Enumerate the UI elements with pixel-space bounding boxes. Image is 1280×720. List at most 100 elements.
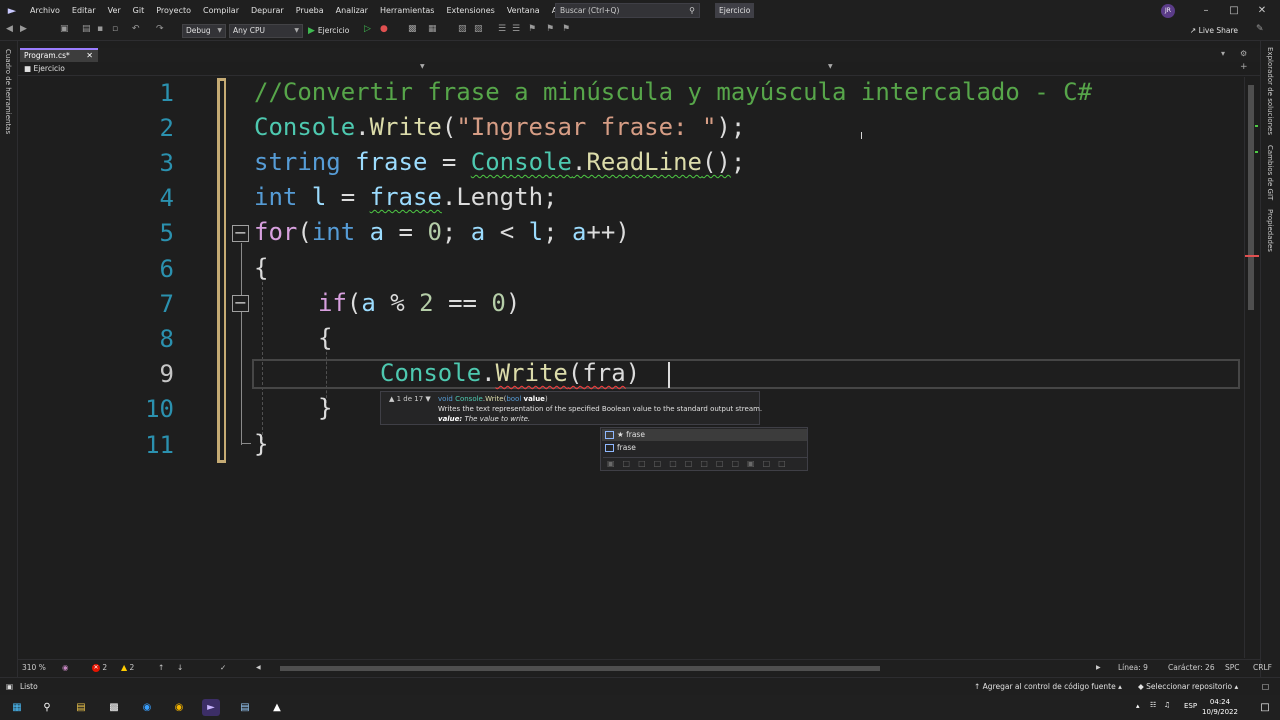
menu-proyecto[interactable]: Proyecto — [150, 0, 197, 21]
scroll-left-icon[interactable]: ◀ — [256, 660, 261, 676]
platform-select[interactable]: Any CPU ▼ — [229, 24, 303, 38]
completion-item[interactable]: frase — [602, 442, 807, 454]
start-without-debugging-icon[interactable]: ▷ — [364, 24, 371, 34]
close-tab-icon[interactable]: ✕ — [86, 50, 93, 61]
search-icon[interactable]: ⚲ — [38, 699, 56, 716]
store-icon[interactable]: ▩ — [105, 699, 123, 716]
menu-ver[interactable]: Ver — [102, 0, 127, 21]
overload-up-icon[interactable]: ▲ — [389, 395, 397, 403]
scroll-right-icon[interactable]: ▶ — [1096, 660, 1101, 676]
chevron-down-icon[interactable]: ▼ — [420, 63, 425, 70]
code-line[interactable]: for(int a = 0; a < l; a++) — [254, 217, 630, 247]
code-line[interactable]: Console.Write("Ingresar frase: "); — [254, 112, 745, 142]
menu-herramientas[interactable]: Herramientas — [374, 0, 441, 21]
uncomment-icon[interactable]: ☰ — [512, 24, 520, 34]
toolbar-icon-c[interactable]: ▨ — [474, 24, 483, 34]
completion-item-selected[interactable]: ★ frase — [602, 429, 807, 441]
menu-prueba[interactable]: Prueba — [290, 0, 330, 21]
restore-icon[interactable]: □ — [1220, 0, 1248, 21]
menu-compilar[interactable]: Compilar — [197, 0, 245, 21]
bookmark-next-icon[interactable]: ⚑ — [562, 24, 570, 34]
code-line[interactable]: Console.Write(fra) — [380, 358, 640, 388]
configuration-select[interactable]: Debug ▼ — [182, 24, 226, 38]
menu-editar[interactable]: Editar — [66, 0, 102, 21]
toolbar-icon-b[interactable]: ▧ — [458, 24, 467, 34]
error-count[interactable]: ✕ 2 — [92, 660, 107, 676]
windows-start-icon[interactable]: ▦ — [8, 699, 26, 716]
properties-tab[interactable]: Propiedades — [1266, 209, 1274, 252]
comment-icon[interactable]: ☰ — [498, 24, 506, 34]
code-line[interactable]: //Convertir frase a minúscula y mayúscul… — [254, 77, 1092, 107]
redo-icon[interactable]: ↷ — [156, 24, 164, 34]
input-language[interactable]: ESP — [1184, 702, 1197, 710]
code-line[interactable]: string frase = Console.ReadLine(); — [254, 147, 745, 177]
app-icon[interactable]: ▲ — [268, 699, 286, 716]
code-line[interactable]: } — [318, 393, 332, 423]
horizontal-scroll-thumb[interactable] — [280, 666, 880, 671]
toolbox-tab[interactable]: Cuadro de herramientas — [4, 49, 12, 134]
overload-down-icon[interactable]: ▼ — [423, 395, 430, 403]
overload-counter[interactable]: ▲ 1 de 17 ▼ — [389, 395, 431, 403]
line-ending-indicator[interactable]: CRLF — [1253, 660, 1272, 676]
zoom-level[interactable]: 310 % — [22, 660, 46, 676]
new-item-icon[interactable]: ▣ — [60, 24, 69, 34]
select-repository[interactable]: ◆ Seleccionar repositorio ▴ — [1138, 678, 1238, 696]
close-window-icon[interactable]: ✕ — [1248, 0, 1276, 21]
chevron-down-icon[interactable]: ▼ — [828, 63, 833, 70]
toolbar-icon-a[interactable]: ▦ — [428, 24, 437, 34]
horizontal-scrollbar[interactable] — [266, 665, 1096, 671]
visual-studio-logo-icon[interactable]: ► — [0, 0, 24, 21]
notifications-icon[interactable]: □ — [1262, 678, 1269, 696]
code-line[interactable]: if(a % 2 == 0) — [318, 288, 520, 318]
whitespace-indicator[interactable]: SPC — [1225, 660, 1240, 676]
open-folder-icon[interactable]: ▤ — [82, 24, 91, 34]
code-line[interactable]: { — [318, 323, 332, 353]
code-line[interactable]: { — [254, 253, 268, 283]
git-changes-tab[interactable]: Cambios de GIT — [1266, 145, 1274, 200]
file-explorer-icon[interactable]: ▤ — [72, 699, 90, 716]
bookmark-icon[interactable]: ⚑ — [528, 24, 536, 34]
navigate-back-icon[interactable]: ◀ — [6, 24, 13, 34]
collapse-block-icon[interactable]: − — [232, 295, 249, 312]
save-icon[interactable]: ▪ — [97, 24, 103, 34]
column-indicator[interactable]: Carácter: 26 — [1168, 660, 1215, 676]
vertical-scrollbar[interactable] — [1244, 77, 1259, 658]
code-line[interactable]: int l = frase.Length; — [254, 182, 557, 212]
settings-icon[interactable]: ⚙ — [1240, 49, 1247, 58]
menu-git[interactable]: Git — [127, 0, 151, 21]
hot-reload-icon[interactable]: ● — [380, 24, 388, 34]
completion-filter-bar[interactable]: ▣□□□□□□□□▣□□ — [603, 457, 807, 470]
taskbar-clock[interactable]: 04:24 10/9/2022 — [1200, 697, 1240, 717]
menu-archivo[interactable]: Archivo — [24, 0, 66, 21]
network-icon[interactable]: ☷ — [1150, 701, 1156, 709]
menu-ventana[interactable]: Ventana — [501, 0, 546, 21]
add-to-source-control[interactable]: ↑ Agregar al control de código fuente ▴ — [974, 678, 1122, 696]
code-health-icon[interactable]: ◉ — [62, 660, 69, 676]
nav-project-dropdown[interactable]: ■ Ejercicio — [24, 62, 65, 76]
notepad-icon[interactable]: ▤ — [236, 699, 254, 716]
solution-explorer-tab[interactable]: Explorador de soluciones — [1266, 47, 1274, 135]
feedback-icon[interactable]: ✎ — [1256, 24, 1264, 34]
menu-analizar[interactable]: Analizar — [330, 0, 374, 21]
previous-issue-icon[interactable]: ↑ — [158, 660, 164, 676]
undo-icon[interactable]: ↶ — [132, 24, 140, 34]
volume-icon[interactable]: ♫ — [1164, 701, 1170, 709]
notification-center-icon[interactable]: □ — [1256, 699, 1274, 716]
chrome-browser-icon[interactable]: ◉ — [170, 699, 188, 716]
vertical-scroll-thumb[interactable] — [1248, 85, 1254, 310]
visual-studio-taskbar-icon[interactable]: ► — [202, 699, 220, 716]
tab-list-icon[interactable]: ▾ — [1221, 49, 1225, 58]
start-debugging-button[interactable]: ▶ Ejercicio — [308, 23, 349, 39]
minimize-icon[interactable]: – — [1192, 0, 1220, 21]
code-cleanup-icon[interactable]: ✓ — [220, 660, 226, 676]
navigate-forward-icon[interactable]: ▶ — [20, 24, 27, 34]
edge-browser-icon[interactable]: ◉ — [138, 699, 156, 716]
chevron-up-icon[interactable]: ▴ — [1136, 702, 1140, 710]
line-indicator[interactable]: Línea: 9 — [1118, 660, 1148, 676]
live-share-button[interactable]: ↗ Live Share — [1190, 24, 1238, 38]
collapse-block-icon[interactable]: − — [232, 225, 249, 242]
search-input[interactable]: Buscar (Ctrl+Q) ⚲ — [555, 3, 700, 18]
warning-count[interactable]: ▲ 2 — [121, 660, 134, 676]
document-tab[interactable]: Program.cs* ✕ — [20, 48, 98, 62]
add-split-icon[interactable]: + — [1240, 62, 1248, 72]
